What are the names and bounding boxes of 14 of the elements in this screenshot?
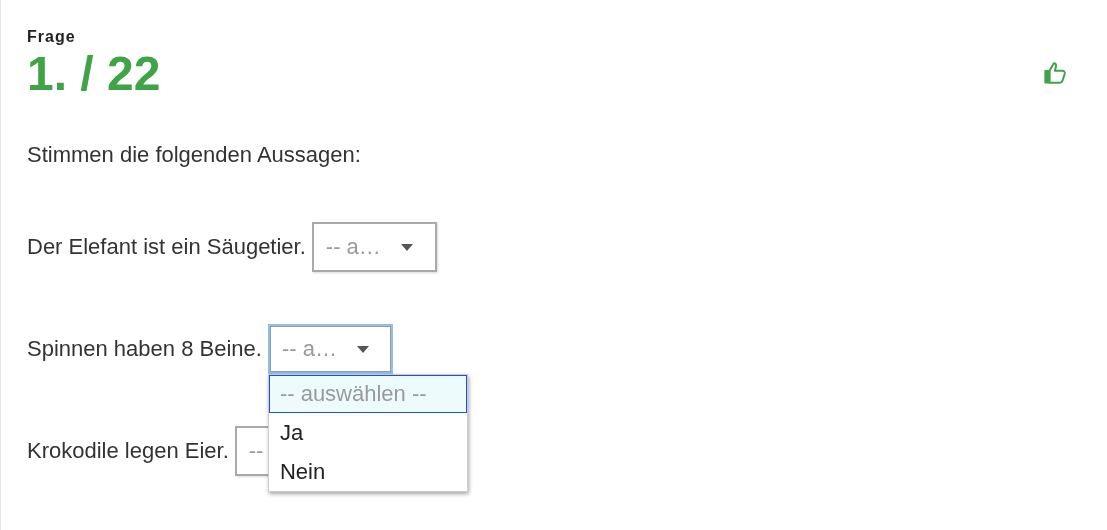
dropdown-option[interactable]: Nein <box>268 452 467 491</box>
dropdown-option[interactable]: Ja <box>268 413 467 452</box>
answer-select[interactable]: -- a… <box>267 324 393 374</box>
caret-icon <box>356 345 369 353</box>
statement-text: Krokodile legen Eier. <box>27 438 229 464</box>
thumbs-up-icon[interactable] <box>1043 60 1069 86</box>
dropdown-option[interactable]: -- auswählen -- <box>268 375 467 413</box>
question-label: Frage <box>27 28 77 46</box>
caret-icon <box>400 243 413 251</box>
statement-text: Spinnen haben 8 Beine. <box>27 336 262 362</box>
answer-select[interactable]: -- a… <box>311 222 437 272</box>
statement-text: Der Elefant ist ein Säugetier. <box>27 234 306 260</box>
instruction-text: Stimmen die folgenden Aussagen: <box>27 142 362 168</box>
question-number: 1. / 22 <box>27 50 161 98</box>
